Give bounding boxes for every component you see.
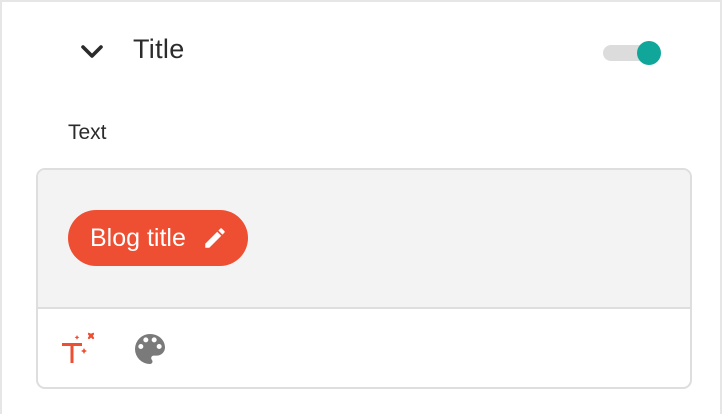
editor-toolbar [38, 309, 690, 387]
text-editor[interactable]: Blog title [36, 168, 692, 389]
blog-title-chip[interactable]: Blog title [68, 210, 248, 266]
chevron-down-icon[interactable] [78, 40, 106, 64]
chip-label: Blog title [90, 223, 186, 252]
section-header[interactable]: Title [2, 26, 722, 78]
editor-content[interactable]: Blog title [38, 170, 690, 309]
section-toggle[interactable] [603, 40, 663, 66]
section-title: Title [133, 34, 185, 64]
palette-icon[interactable] [130, 329, 170, 369]
title-settings-panel: Title Text Blog title [0, 0, 722, 414]
pencil-icon[interactable] [202, 225, 228, 251]
field-label: Text [68, 121, 107, 144]
toggle-knob [637, 41, 661, 65]
ai-text-sparkle-icon[interactable] [60, 329, 100, 369]
